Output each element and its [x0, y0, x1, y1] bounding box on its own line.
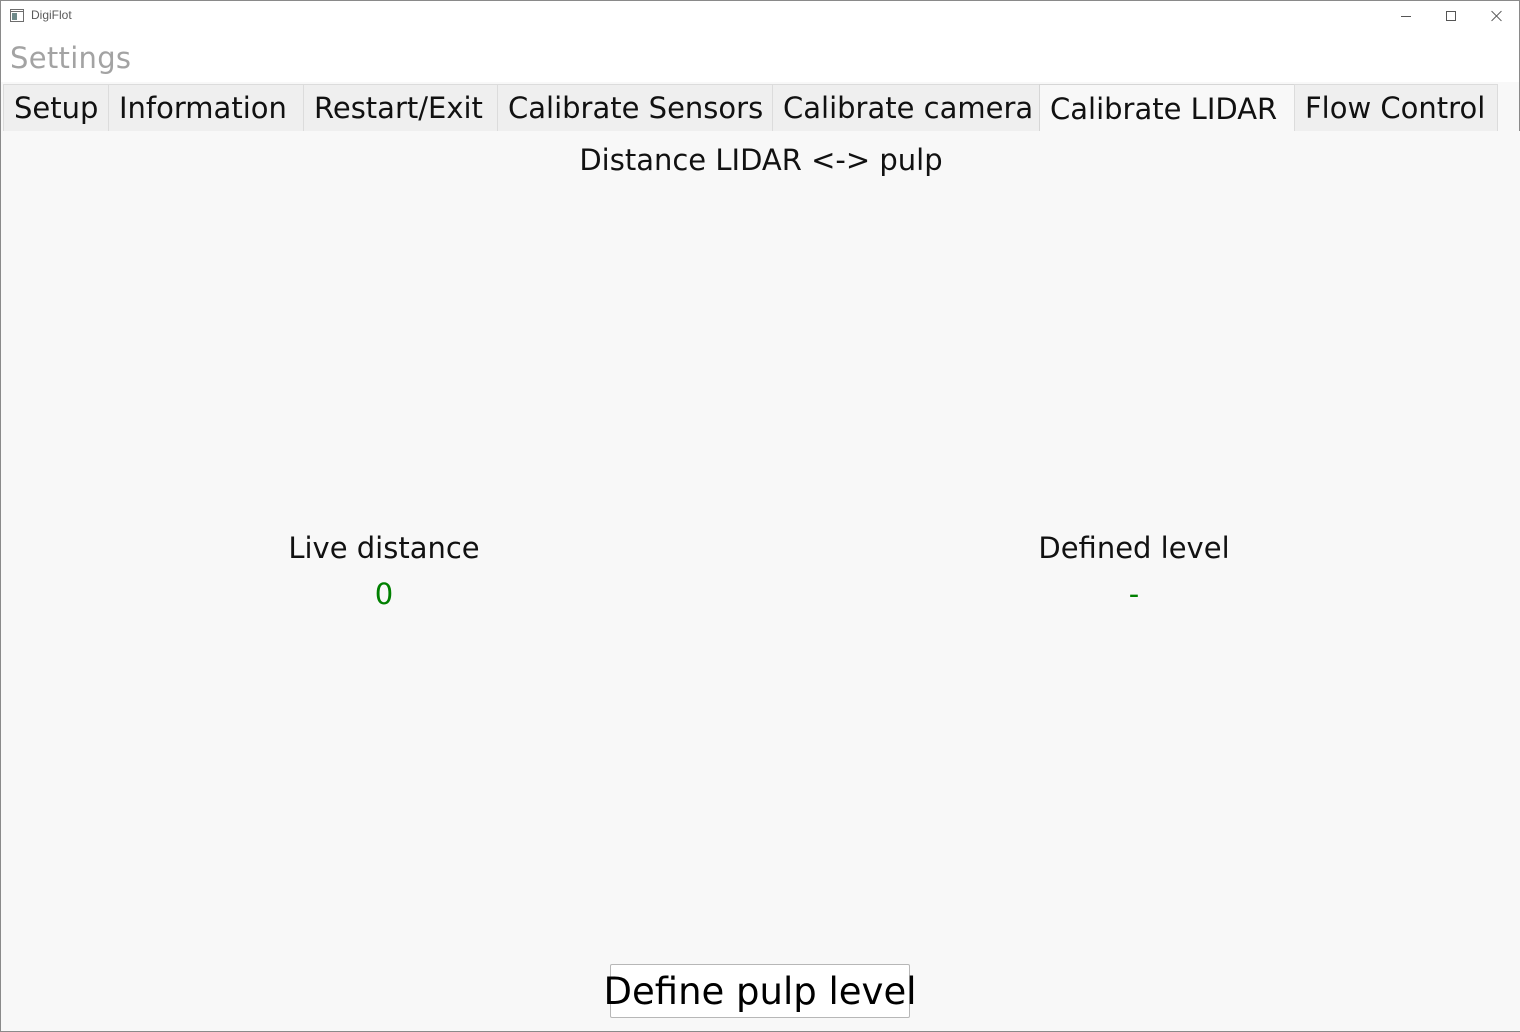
tab-flow-control[interactable]: Flow Control — [1294, 84, 1498, 131]
calibrate-lidar-panel: Distance LIDAR <-> pulp Live distance 0 … — [2, 131, 1520, 1031]
title-bar: DigiFlot — [1, 1, 1519, 31]
settings-header: Settings — [1, 31, 1519, 82]
tab-information[interactable]: Information — [108, 84, 304, 131]
maximize-button[interactable] — [1428, 1, 1474, 31]
live-distance-value: 0 — [374, 577, 394, 611]
defined-level-value: - — [1128, 577, 1140, 611]
close-icon — [1491, 10, 1503, 22]
defined-level-label: Defined level — [1038, 531, 1230, 565]
minimize-button[interactable] — [1383, 1, 1429, 31]
tab-calibrate-lidar[interactable]: Calibrate LIDAR — [1039, 84, 1295, 132]
tab-restart-exit[interactable]: Restart/Exit — [303, 84, 498, 131]
tab-setup[interactable]: Setup — [3, 84, 109, 131]
app-icon — [10, 9, 24, 22]
maximize-icon — [1446, 11, 1456, 21]
app-window: DigiFlot Settings Setup Information Rest… — [0, 0, 1520, 1032]
tab-calibrate-camera[interactable]: Calibrate camera — [772, 84, 1040, 131]
window-title: DigiFlot — [31, 8, 72, 22]
define-pulp-level-button[interactable]: Define pulp level — [604, 964, 917, 1018]
tab-bar: Setup Information Restart/Exit Calibrate… — [3, 84, 1498, 132]
minimize-icon — [1401, 15, 1411, 17]
close-button[interactable] — [1474, 1, 1520, 31]
live-distance-label: Live distance — [288, 531, 480, 565]
page-title: Settings — [10, 41, 132, 75]
tab-calibrate-sensors[interactable]: Calibrate Sensors — [497, 84, 773, 131]
section-title: Distance LIDAR <-> pulp — [579, 143, 943, 177]
